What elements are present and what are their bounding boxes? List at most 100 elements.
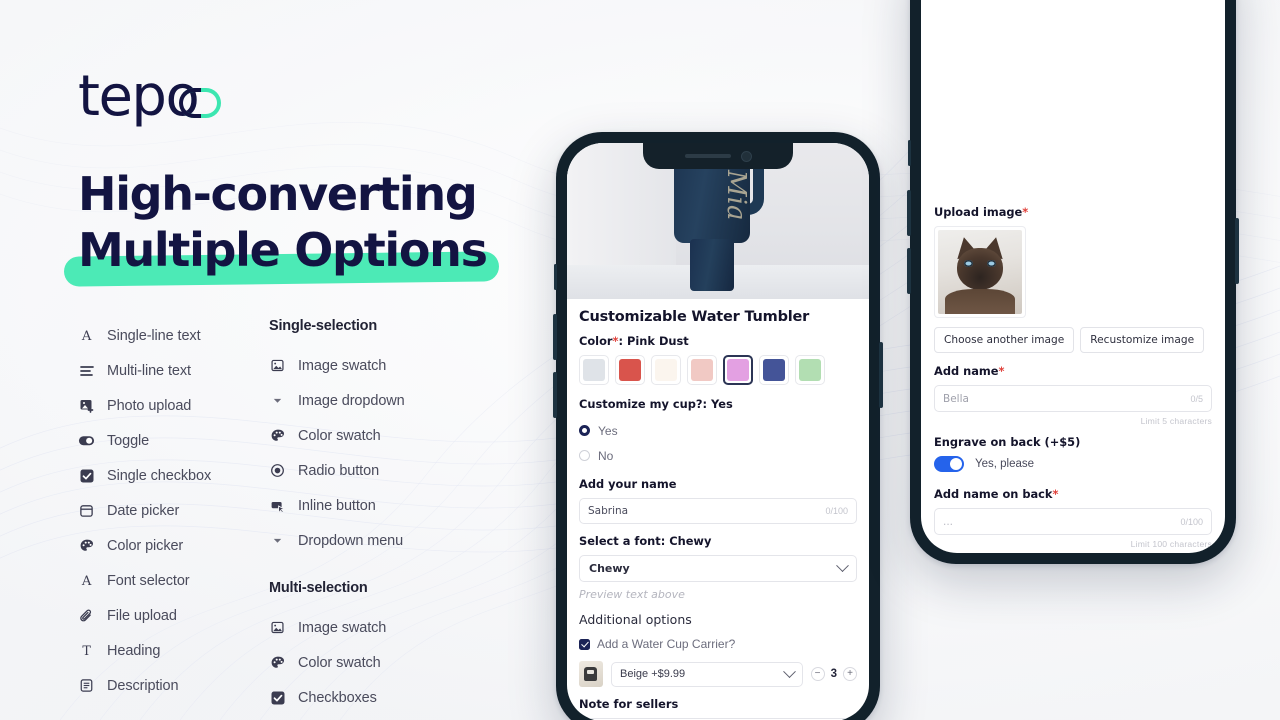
phone-volume-up-button[interactable] bbox=[553, 314, 557, 360]
phone-volume-up-button[interactable] bbox=[907, 190, 911, 236]
feature-label: Photo upload bbox=[107, 397, 192, 414]
phone-power-button[interactable] bbox=[879, 342, 883, 408]
feature-label: Font selector bbox=[107, 572, 190, 589]
feature-label: Radio button bbox=[298, 462, 380, 479]
name-input-counter: 0/100 bbox=[825, 506, 848, 516]
color-swatch[interactable] bbox=[651, 355, 681, 385]
feature-column-selection: Single-selection Image swatch Image drop… bbox=[269, 318, 499, 720]
feature-label: Image dropdown bbox=[298, 392, 405, 409]
note-field-label: Note for sellers bbox=[579, 697, 679, 711]
feature-item: Radio button bbox=[269, 453, 499, 488]
feature-label: Heading bbox=[107, 642, 161, 659]
phone-volume-down-button[interactable] bbox=[907, 248, 911, 294]
radio-label: No bbox=[598, 448, 614, 463]
required-mark: * bbox=[1022, 205, 1029, 219]
recustomize-image-button[interactable]: Recustomize image bbox=[1080, 327, 1205, 353]
cat-body bbox=[944, 288, 1016, 314]
color-swatch[interactable] bbox=[795, 355, 825, 385]
color-swatch[interactable] bbox=[615, 355, 645, 385]
name-on-back-label: Add name on back* bbox=[934, 487, 1059, 501]
phone-volume-down-button[interactable] bbox=[553, 372, 557, 418]
name-input-value: Sabrina bbox=[588, 505, 629, 517]
feature-item: Image swatch bbox=[269, 610, 499, 645]
feature-item: Single checkbox bbox=[78, 458, 263, 493]
feature-item: Dropdown + Checkbox bbox=[269, 715, 499, 720]
headline-line-1: High-converting bbox=[78, 167, 478, 221]
feature-item: Color picker bbox=[78, 528, 263, 563]
phone-mockup-right: Upload image* Choose another image Recus… bbox=[907, 0, 1239, 564]
font-select-value: Chewy bbox=[589, 562, 630, 575]
phone-mute-button[interactable] bbox=[554, 264, 557, 290]
color-swatch[interactable] bbox=[687, 355, 717, 385]
phone-power-button[interactable] bbox=[1235, 218, 1239, 284]
palette-icon bbox=[269, 654, 286, 671]
add-name-limit-hint: Limit 5 characters bbox=[1140, 416, 1212, 426]
feature-label: Inline button bbox=[298, 497, 376, 514]
feature-item: Color swatch bbox=[269, 645, 499, 680]
multi-selection-title: Multi-selection bbox=[269, 580, 368, 597]
engrave-toggle-label: Yes, please bbox=[975, 458, 1035, 470]
choose-another-image-button[interactable]: Choose another image bbox=[934, 327, 1075, 353]
toggle-icon[interactable] bbox=[934, 456, 964, 472]
font-select[interactable]: Chewy bbox=[579, 555, 857, 582]
carrier-checkbox-row[interactable]: Add a Water Cup Carrier? bbox=[579, 637, 857, 651]
feature-label: Description bbox=[107, 677, 179, 694]
feature-item: T Heading bbox=[78, 633, 263, 668]
palette-icon bbox=[269, 427, 286, 444]
chevron-down-icon bbox=[269, 532, 286, 549]
left-content-panel: tepo High-converting Multiple Options A … bbox=[78, 62, 508, 720]
feature-item: Image swatch bbox=[269, 348, 499, 383]
phone-right-screen: Upload image* Choose another image Recus… bbox=[921, 0, 1225, 553]
radio-option-yes[interactable]: Yes bbox=[579, 418, 857, 443]
feature-item: Toggle bbox=[78, 423, 263, 458]
poster-canvas: tepo High-converting Multiple Options A … bbox=[0, 0, 1280, 720]
uploaded-image-preview[interactable] bbox=[934, 226, 1026, 318]
feature-item: Dropdown menu bbox=[269, 523, 499, 558]
text-lines-icon bbox=[78, 362, 95, 379]
phone-center-screen: Mia Customizable Water Tumbler Color*: P… bbox=[567, 143, 869, 720]
name-input[interactable]: Sabrina 0/100 bbox=[579, 498, 857, 524]
checkbox-checked-icon bbox=[579, 638, 590, 650]
color-swatch[interactable] bbox=[759, 355, 789, 385]
color-field-label: Color*: Pink Dust bbox=[579, 334, 689, 348]
cat-head bbox=[957, 248, 1003, 291]
svg-text:A: A bbox=[81, 329, 92, 343]
feature-item: A Font selector bbox=[78, 563, 263, 598]
feature-item: Inline button bbox=[269, 488, 499, 523]
inline-button-cursor-icon bbox=[269, 497, 286, 514]
color-swatch[interactable] bbox=[579, 355, 609, 385]
font-letter-a-icon: A bbox=[78, 327, 95, 344]
upload-field-label: Upload image* bbox=[934, 205, 1029, 219]
feature-label: Date picker bbox=[107, 502, 180, 519]
add-name-input[interactable]: Bella 0/5 bbox=[934, 385, 1212, 412]
feature-label: Dropdown menu bbox=[298, 532, 404, 549]
product-form: Customizable Water Tumbler Color*: Pink … bbox=[567, 299, 869, 720]
phone-mute-button[interactable] bbox=[908, 140, 911, 166]
carrier-variant-value: Beige +$9.99 bbox=[620, 668, 686, 680]
feature-label: Color swatch bbox=[298, 654, 381, 671]
photo-add-icon bbox=[78, 397, 95, 414]
quantity-increase-button[interactable]: + bbox=[843, 667, 857, 681]
radio-button-icon bbox=[579, 425, 590, 436]
phone-notch bbox=[643, 143, 793, 169]
name-on-back-limit-hint: Limit 100 characters bbox=[1130, 539, 1212, 549]
radio-button-icon bbox=[269, 462, 286, 479]
color-swatch-selected[interactable] bbox=[723, 355, 753, 385]
customize-field-label: Customize my cup?: Yes bbox=[579, 397, 733, 411]
feature-label: Toggle bbox=[107, 432, 150, 449]
image-icon bbox=[269, 619, 286, 636]
additional-options-title: Additional options bbox=[579, 612, 692, 627]
engrave-label: Engrave on back (+$5) bbox=[934, 435, 1081, 449]
add-name-label: Add name* bbox=[934, 364, 1005, 378]
engrave-toggle-row[interactable]: Yes, please bbox=[934, 456, 1212, 472]
image-action-buttons: Choose another image Recustomize image bbox=[934, 327, 1212, 353]
carrier-variant-select[interactable]: Beige +$9.99 bbox=[611, 661, 803, 687]
headline-line-2: Multiple Options bbox=[78, 223, 488, 278]
font-field-label: Select a font: Chewy bbox=[579, 534, 712, 548]
feature-item: Photo upload bbox=[78, 388, 263, 423]
quantity-decrease-button[interactable]: − bbox=[810, 667, 825, 681]
chevron-down-icon bbox=[782, 664, 796, 678]
radio-option-no[interactable]: No bbox=[579, 443, 857, 468]
name-on-back-input[interactable]: ... 0/100 bbox=[934, 508, 1212, 535]
checkbox-checked-icon bbox=[78, 467, 95, 484]
